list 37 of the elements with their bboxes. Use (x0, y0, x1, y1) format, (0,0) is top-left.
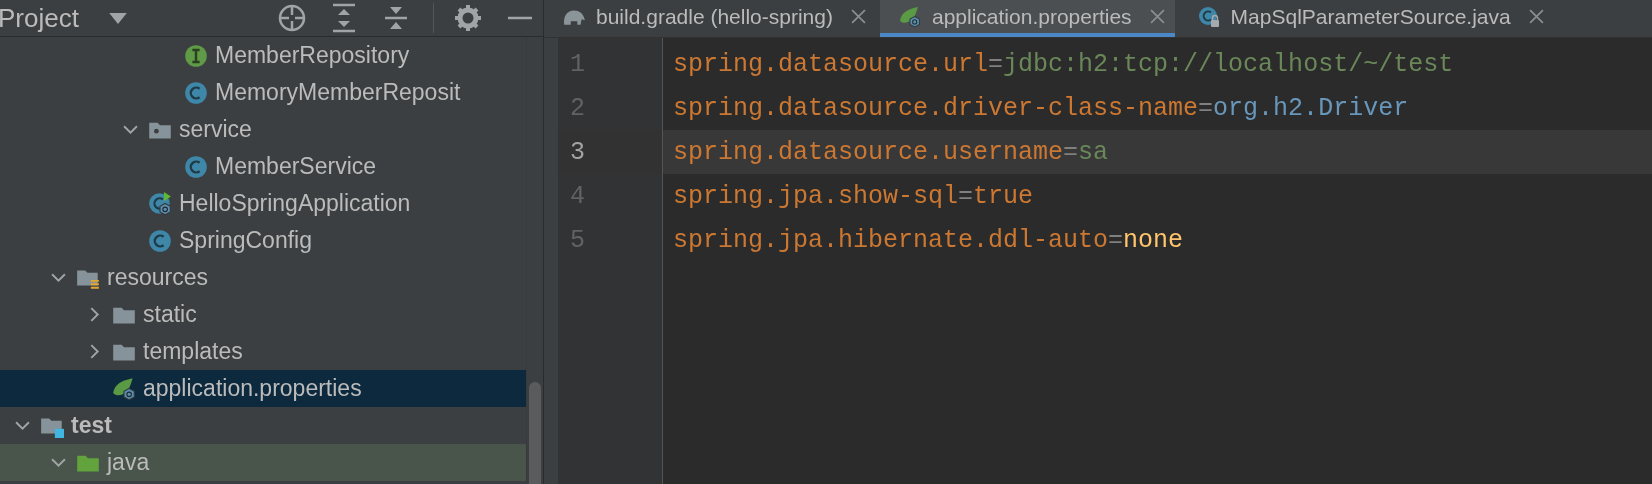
code-line: spring.jpa.hibernate.ddl-auto=none (673, 225, 1184, 255)
tree-item[interactable]: static (0, 296, 526, 333)
class-icon (184, 154, 208, 179)
panel-title: Project (0, 2, 79, 34)
close-icon[interactable] (1149, 9, 1165, 24)
interface-icon (184, 43, 208, 68)
tree-item[interactable]: MemberRepository (0, 37, 526, 74)
crosshair-icon[interactable] (276, 3, 307, 33)
tree-item[interactable]: MemberService (0, 148, 526, 185)
close-icon[interactable] (850, 9, 866, 24)
editor-tab[interactable]: MapSqlParameterSource.java (1178, 0, 1554, 37)
close-icon[interactable] (1528, 9, 1544, 24)
tree-item[interactable]: resources (0, 259, 526, 296)
code-line: spring.jpa.show-sql=true (673, 181, 1034, 211)
tree-item[interactable]: test (0, 407, 526, 444)
class-icon (184, 80, 208, 105)
tree-item[interactable]: application.properties (0, 370, 526, 407)
line-number: 3 (570, 137, 585, 167)
tree-item[interactable]: SpringConfig (0, 222, 526, 259)
tree-item[interactable]: HelloSpringApplication (0, 185, 526, 222)
scrollbar-thumb[interactable] (529, 382, 541, 484)
spring-class-icon (148, 191, 172, 216)
dropdown-caret-icon (108, 12, 127, 24)
editor-tab[interactable]: build.gradle (hello-spring) (544, 0, 876, 37)
editor-tab[interactable]: application.properties (879, 0, 1175, 37)
settings-icon[interactable] (452, 3, 483, 33)
tree-item[interactable]: templates (0, 333, 526, 370)
tree-item[interactable]: MemoryMemberReposit (0, 74, 526, 111)
code-line: spring.datasource.username=sa (673, 137, 1109, 167)
tree-item[interactable]: service (0, 111, 526, 148)
code-line: spring.datasource.driver-class-name=org.h2.Driver (673, 93, 1409, 123)
tree-item[interactable]: java (0, 444, 526, 481)
spring-leaf-icon (112, 376, 136, 401)
spring-leaf-icon (897, 5, 922, 28)
locked-class-icon (1196, 5, 1221, 28)
code-line: spring.datasource.url=jdbc:h2:tcp://localhost/~/test (673, 49, 1454, 79)
class-icon (148, 228, 172, 253)
